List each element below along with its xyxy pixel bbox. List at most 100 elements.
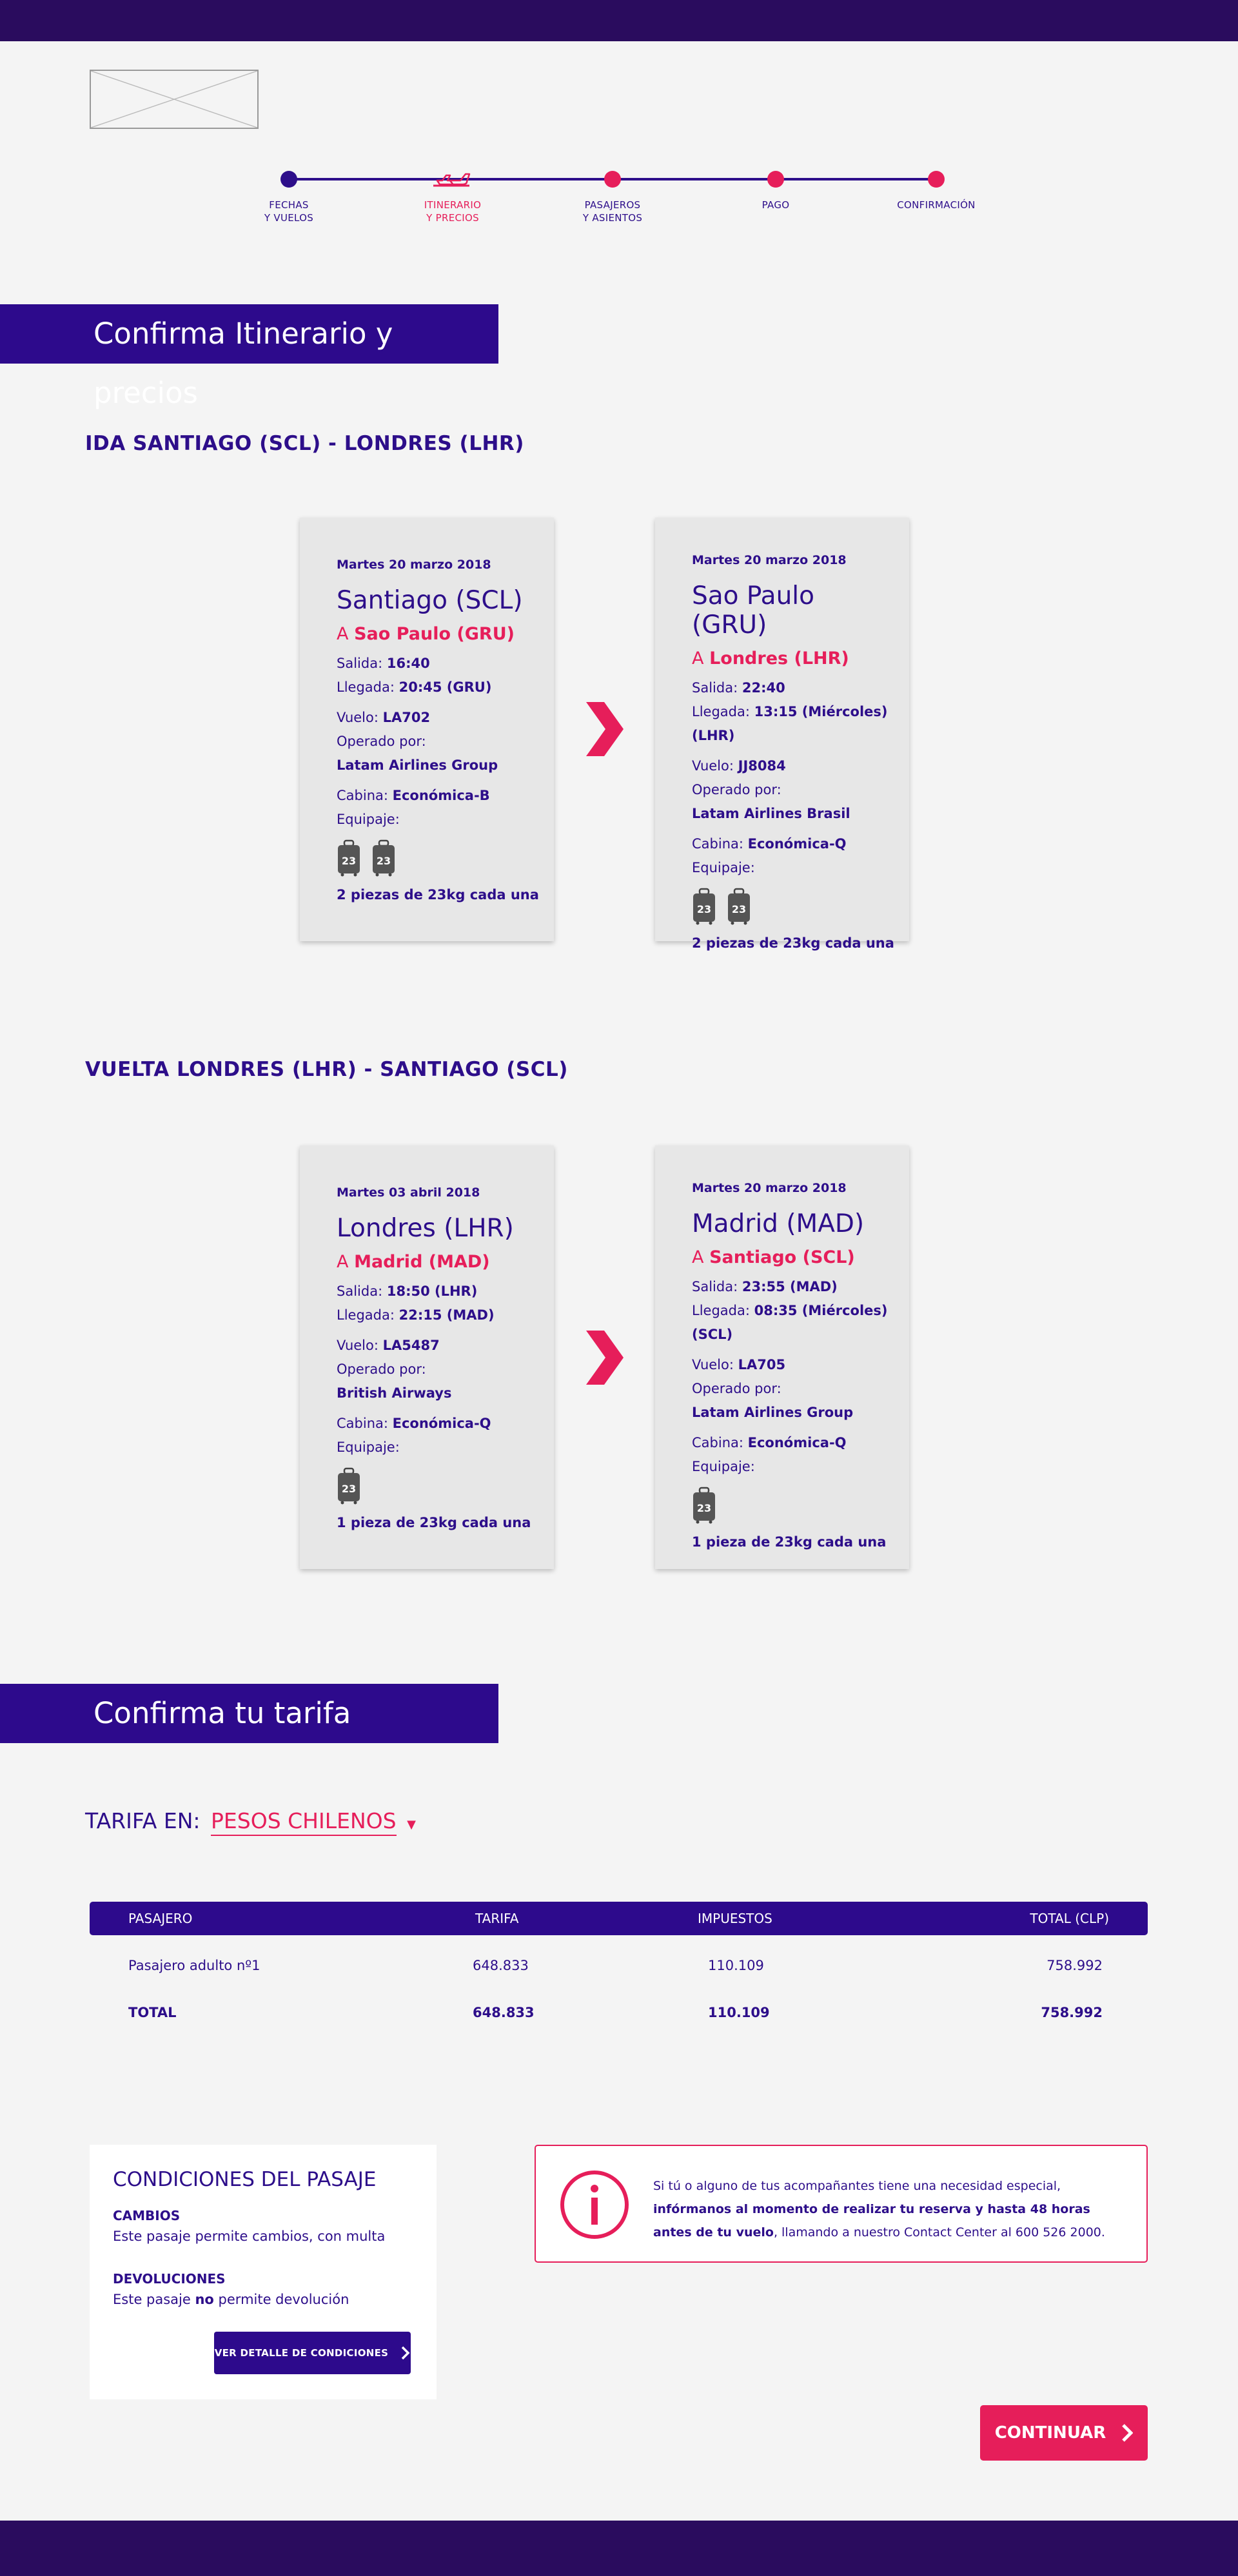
destination-city: A Santiago (SCL) — [692, 1247, 855, 1267]
header-tarifa: TARIFA — [475, 1911, 519, 1926]
chevron-right-icon — [582, 698, 626, 760]
baggage-label: Equipaje: — [337, 812, 400, 827]
luggage-icon: 23 — [727, 888, 751, 925]
flight-date: Martes 03 abril 2018 — [337, 1186, 480, 1200]
info-icon — [559, 2169, 630, 2240]
currency-selector-row: TARIFA EN: PESOS CHILENOS ▼ — [85, 1808, 416, 1836]
flight-date: Martes 20 marzo 2018 — [337, 558, 491, 572]
baggage-label: Equipaje: — [692, 1459, 755, 1474]
cell-total: 758.992 — [1046, 1958, 1103, 1973]
view-conditions-button[interactable]: VER DETALLE DE CONDICIONES — [214, 2332, 411, 2374]
flight-card: Martes 03 abril 2018 Londres (LHR) A Mad… — [300, 1146, 554, 1569]
cell-tarifa: 648.833 — [473, 2005, 535, 2020]
conditions-card: CONDICIONES DEL PASAJE CAMBIOS Este pasa… — [90, 2145, 437, 2399]
step-label-pago: PAGO — [761, 199, 790, 211]
arrival-time: Llegada: 22:15 (MAD) — [337, 1307, 495, 1323]
cell-total: 758.992 — [1041, 2005, 1103, 2020]
step-dot-fechas[interactable] — [280, 171, 297, 188]
operated-by-label: Operado por: — [337, 1361, 426, 1377]
step-label-fechas: FECHAS Y VUELOS — [264, 199, 314, 224]
currency-label: TARIFA EN: — [85, 1808, 201, 1833]
operator: Latam Airlines Group — [692, 1405, 854, 1420]
baggage-pieces: 2 piezas de 23kg cada una — [337, 887, 539, 903]
flight-card: Martes 20 marzo 2018 Santiago (SCL) A Sa… — [300, 518, 554, 941]
operator: Latam Airlines Group — [337, 757, 498, 773]
flight-card: Martes 20 marzo 2018 Sao Paulo (GRU) A L… — [655, 518, 909, 951]
operated-by-label: Operado por: — [337, 734, 426, 749]
top-bar — [0, 0, 1238, 41]
header-pasajero: PASAJERO — [128, 1911, 193, 1926]
arrival-time: Llegada: 08:35 (Miércoles) (SCL) — [692, 1303, 888, 1342]
cabin-class: Cabina: Económica-Q — [692, 1435, 847, 1450]
baggage-pieces: 2 piezas de 23kg cada una — [692, 935, 894, 951]
destination-city: A Sao Paulo (GRU) — [337, 624, 515, 644]
continue-button[interactable]: CONTINUAR — [980, 2405, 1148, 2461]
origin-city: Santiago (SCL) — [337, 586, 523, 615]
cabin-class: Cabina: Económica-B — [337, 788, 490, 803]
step-label-confirmacion: CONFIRMACIÓN — [897, 199, 976, 211]
departure-time: Salida: 16:40 — [337, 656, 430, 671]
flight-date: Martes 20 marzo 2018 — [692, 1181, 847, 1195]
flight-number: Vuelo: JJ8084 — [692, 758, 786, 774]
table-row-total: TOTAL 648.833 110.109 758.992 — [90, 1989, 1148, 2036]
departure-time: Salida: 18:50 (LHR) — [337, 1283, 478, 1299]
route-title-vuelta: VUELTA LONDRES (LHR) - SANTIAGO (SCL) — [85, 1058, 568, 1081]
cabin-class: Cabina: Económica-Q — [337, 1416, 491, 1431]
devoluciones-title: DEVOLUCIONES — [113, 2271, 226, 2287]
route-title-ida: IDA SANTIAGO (SCL) - LONDRES (LHR) — [85, 432, 524, 455]
currency-select[interactable]: PESOS CHILENOS — [211, 1808, 397, 1836]
caret-down-icon[interactable]: ▼ — [407, 1818, 416, 1831]
chevron-right-icon — [582, 1327, 626, 1389]
logo-placeholder[interactable] — [90, 70, 259, 129]
luggage-icon: 23 — [692, 1487, 716, 1524]
origin-city: Londres (LHR) — [337, 1214, 514, 1243]
header-total: TOTAL (CLP) — [1030, 1911, 1109, 1926]
luggage-icon: 23 — [337, 839, 361, 877]
step-label-pasajeros: PASAJEROS Y ASIENTOS — [582, 199, 643, 224]
table-row: Pasajero adulto nº1 648.833 110.109 758.… — [90, 1942, 1148, 1989]
step-dot-pasajeros[interactable] — [604, 171, 621, 188]
baggage-icons: 23 23 — [692, 888, 896, 925]
baggage-icons: 23 23 — [337, 839, 541, 877]
cambios-title: CAMBIOS — [113, 2208, 181, 2223]
special-needs-info: Si tú o alguno de tus acompañantes tiene… — [535, 2145, 1148, 2263]
info-text: Si tú o alguno de tus acompañantes tiene… — [653, 2179, 1105, 2239]
arrival-time: Llegada: 20:45 (GRU) — [337, 679, 492, 695]
flight-card: Martes 20 marzo 2018 Madrid (MAD) A Sant… — [655, 1146, 909, 1569]
luggage-icon: 23 — [337, 1467, 361, 1505]
baggage-label: Equipaje: — [337, 1439, 400, 1455]
arrival-time: Llegada: 13:15 (Miércoles) (LHR) — [692, 704, 888, 743]
operator: British Airways — [337, 1385, 452, 1401]
operated-by-label: Operado por: — [692, 1381, 781, 1396]
cell-pasajero: Pasajero adulto nº1 — [128, 1958, 260, 1973]
header-impuestos: IMPUESTOS — [698, 1911, 772, 1926]
airplane-icon — [431, 166, 475, 190]
destination-city: A Madrid (MAD) — [337, 1252, 490, 1272]
step-dot-pago[interactable] — [767, 171, 784, 188]
devoluciones-text: Este pasaje no permite devolución — [113, 2292, 349, 2307]
origin-city: Madrid (MAD) — [692, 1209, 865, 1238]
flight-number: Vuelo: LA5487 — [337, 1338, 440, 1353]
conditions-title: CONDICIONES DEL PASAJE — [113, 2168, 377, 2191]
cell-tarifa: 648.833 — [473, 1958, 529, 1973]
chevron-right-icon — [1122, 2424, 1134, 2442]
section-banner-itinerario: Confirma Itinerario y precios — [0, 304, 498, 410]
departure-time: Salida: 22:40 — [692, 680, 785, 696]
baggage-pieces: 1 pieza de 23kg cada una — [692, 1534, 887, 1550]
operated-by-label: Operado por: — [692, 782, 781, 797]
baggage-icons: 23 — [692, 1487, 896, 1524]
departure-time: Salida: 23:55 (MAD) — [692, 1279, 838, 1294]
baggage-pieces: 1 pieza de 23kg cada una — [337, 1515, 531, 1530]
luggage-icon: 23 — [692, 888, 716, 925]
cell-impuestos: 110.109 — [708, 2005, 770, 2020]
destination-city: A Londres (LHR) — [692, 649, 849, 668]
baggage-label: Equipaje: — [692, 860, 755, 875]
step-label-itinerario: ITINERARIO Y PRECIOS — [424, 199, 482, 224]
flight-number: Vuelo: LA705 — [692, 1357, 786, 1372]
flight-date: Martes 20 marzo 2018 — [692, 553, 847, 567]
cell-impuestos: 110.109 — [708, 1958, 764, 1973]
cabin-class: Cabina: Económica-Q — [692, 836, 847, 852]
flight-number: Vuelo: LA702 — [337, 710, 431, 725]
step-dot-confirmacion[interactable] — [928, 171, 945, 188]
cell-pasajero: TOTAL — [128, 2005, 177, 2020]
